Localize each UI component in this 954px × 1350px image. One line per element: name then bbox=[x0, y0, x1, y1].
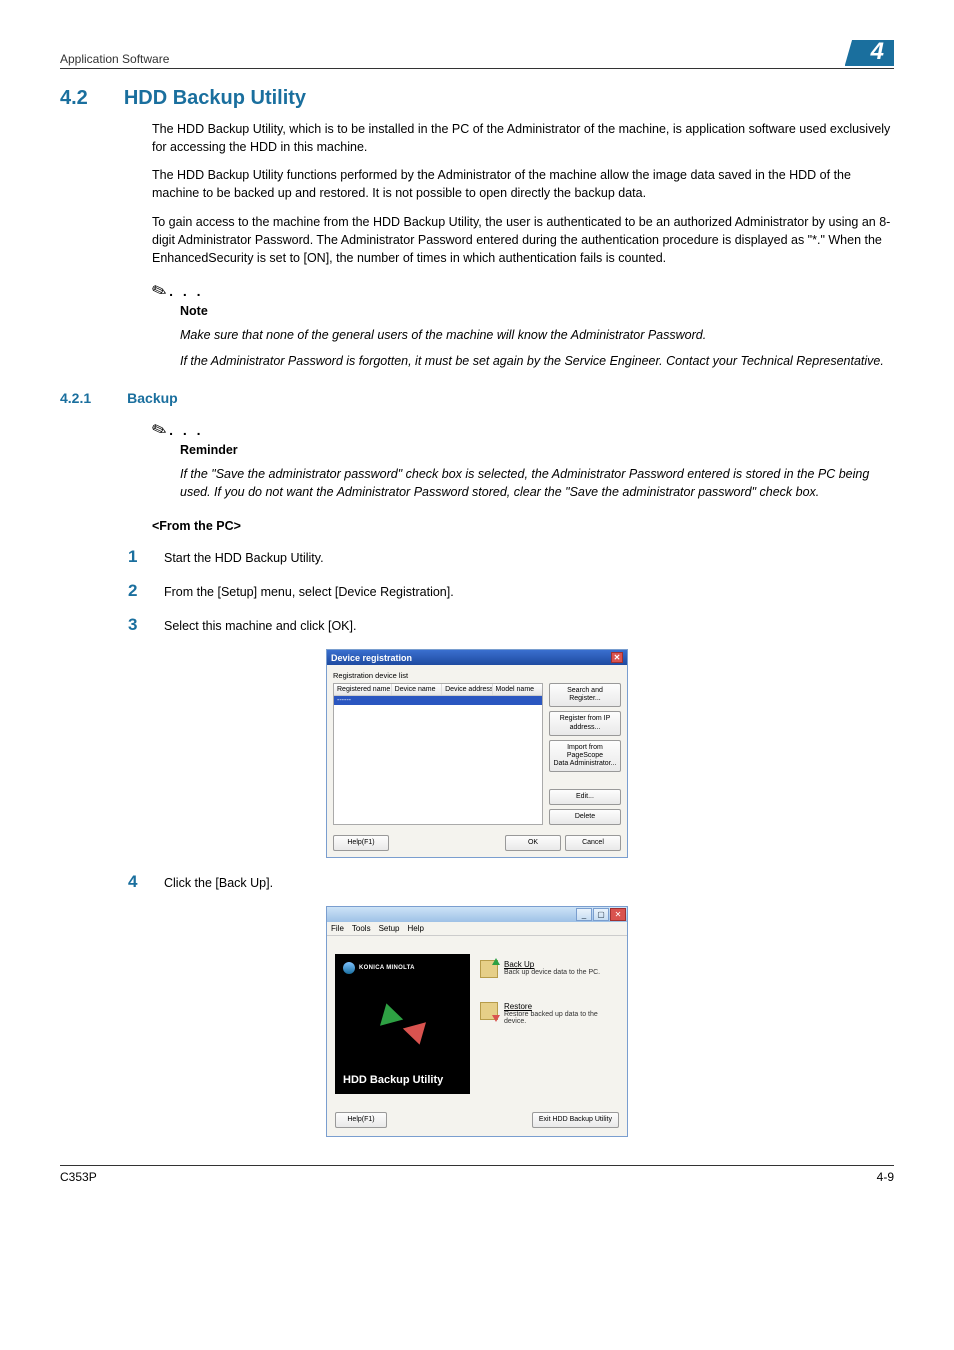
reminder-text: If the "Save the administrator password"… bbox=[180, 465, 894, 501]
step-number: 4 bbox=[128, 872, 142, 892]
step-number: 3 bbox=[128, 615, 142, 635]
footer-model: C353P bbox=[60, 1170, 97, 1184]
section-number: 4.2 bbox=[60, 87, 88, 110]
restore-icon bbox=[480, 1002, 498, 1020]
backup-action[interactable]: Back Up Back up device data to the PC. bbox=[480, 960, 619, 978]
menu-file[interactable]: File bbox=[331, 924, 344, 933]
ok-button[interactable]: OK bbox=[505, 835, 561, 851]
procedure-context: <From the PC> bbox=[152, 519, 894, 533]
backup-link[interactable]: Back Up bbox=[504, 960, 600, 969]
restore-action[interactable]: Restore Restore backed up data to the de… bbox=[480, 1002, 619, 1025]
note-block: ✎. . . Note Make sure that none of the g… bbox=[152, 281, 894, 370]
close-icon[interactable]: ✕ bbox=[611, 652, 623, 663]
brand-panel: KONICA MINOLTA HDD Backup Utility bbox=[335, 954, 470, 1094]
step-number: 2 bbox=[128, 581, 142, 601]
help-button[interactable]: Help(F1) bbox=[335, 1112, 387, 1128]
menu-tools[interactable]: Tools bbox=[352, 924, 371, 933]
backup-restore-graphic-icon bbox=[373, 999, 433, 1049]
maximize-icon[interactable]: ▢ bbox=[593, 908, 609, 921]
app-title: HDD Backup Utility bbox=[343, 1074, 462, 1086]
subsection-heading: 4.2.1 Backup bbox=[60, 390, 894, 406]
step-1: 1 Start the HDD Backup Utility. bbox=[128, 547, 894, 567]
pencil-icon: ✎ bbox=[149, 279, 170, 304]
step-text: Start the HDD Backup Utility. bbox=[164, 551, 324, 565]
device-registration-dialog: Device registration ✕ Registration devic… bbox=[326, 649, 628, 858]
list-item[interactable]: ------ bbox=[334, 696, 542, 705]
cancel-button[interactable]: Cancel bbox=[565, 835, 621, 851]
step-text: From the [Setup] menu, select [Device Re… bbox=[164, 585, 454, 599]
window-titlebar: _ ▢ ✕ bbox=[327, 907, 627, 922]
search-register-button[interactable]: Search and Register... bbox=[549, 683, 621, 707]
paragraph: The HDD Backup Utility, which is to be i… bbox=[152, 120, 894, 156]
chapter-tab: 4 bbox=[845, 40, 894, 66]
running-header: Application Software bbox=[60, 52, 169, 66]
backup-icon bbox=[480, 960, 498, 978]
minimize-icon[interactable]: _ bbox=[576, 908, 592, 921]
reminder-label: Reminder bbox=[180, 443, 894, 457]
step-2: 2 From the [Setup] menu, select [Device … bbox=[128, 581, 894, 601]
restore-link[interactable]: Restore bbox=[504, 1002, 619, 1011]
backup-description: Back up device data to the PC. bbox=[504, 969, 600, 976]
menubar: File Tools Setup Help bbox=[327, 922, 627, 936]
step-number: 1 bbox=[128, 547, 142, 567]
section-title: HDD Backup Utility bbox=[124, 87, 306, 110]
menu-setup[interactable]: Setup bbox=[379, 924, 400, 933]
list-header: Registered name Device name Device addre… bbox=[334, 684, 542, 696]
logo-orb-icon bbox=[343, 962, 355, 974]
backup-utility-window: _ ▢ ✕ File Tools Setup Help KONICA MINOL… bbox=[326, 906, 628, 1137]
exit-button[interactable]: Exit HDD Backup Utility bbox=[532, 1112, 619, 1128]
note-text: Make sure that none of the general users… bbox=[180, 326, 894, 344]
note-text: If the Administrator Password is forgott… bbox=[180, 352, 894, 370]
group-label: Registration device list bbox=[333, 671, 621, 680]
brand-logo: KONICA MINOLTA bbox=[343, 962, 462, 974]
register-ip-button[interactable]: Register from IP address... bbox=[549, 711, 621, 735]
reminder-block: ✎. . . Reminder If the "Save the adminis… bbox=[152, 420, 894, 501]
step-text: Click the [Back Up]. bbox=[164, 876, 273, 890]
paragraph: To gain access to the machine from the H… bbox=[152, 213, 894, 267]
close-icon[interactable]: ✕ bbox=[610, 908, 626, 921]
import-button[interactable]: Import from PageScope Data Administrator… bbox=[549, 740, 621, 772]
edit-button[interactable]: Edit... bbox=[549, 789, 621, 805]
menu-help[interactable]: Help bbox=[407, 924, 423, 933]
device-list[interactable]: Registered name Device name Device addre… bbox=[333, 683, 543, 825]
paragraph: The HDD Backup Utility functions perform… bbox=[152, 166, 894, 202]
step-4: 4 Click the [Back Up]. bbox=[128, 872, 894, 892]
delete-button[interactable]: Delete bbox=[549, 809, 621, 825]
help-button[interactable]: Help(F1) bbox=[333, 835, 389, 851]
restore-description: Restore backed up data to the device. bbox=[504, 1011, 619, 1025]
section-heading: 4.2 HDD Backup Utility bbox=[60, 87, 894, 110]
step-3: 3 Select this machine and click [OK]. bbox=[128, 615, 894, 635]
dialog-title: Device registration bbox=[331, 653, 412, 663]
step-text: Select this machine and click [OK]. bbox=[164, 619, 356, 633]
pencil-icon: ✎ bbox=[149, 418, 170, 443]
note-label: Note bbox=[180, 304, 894, 318]
subsection-title: Backup bbox=[127, 390, 178, 406]
footer-page: 4-9 bbox=[877, 1170, 894, 1184]
subsection-number: 4.2.1 bbox=[60, 390, 91, 406]
